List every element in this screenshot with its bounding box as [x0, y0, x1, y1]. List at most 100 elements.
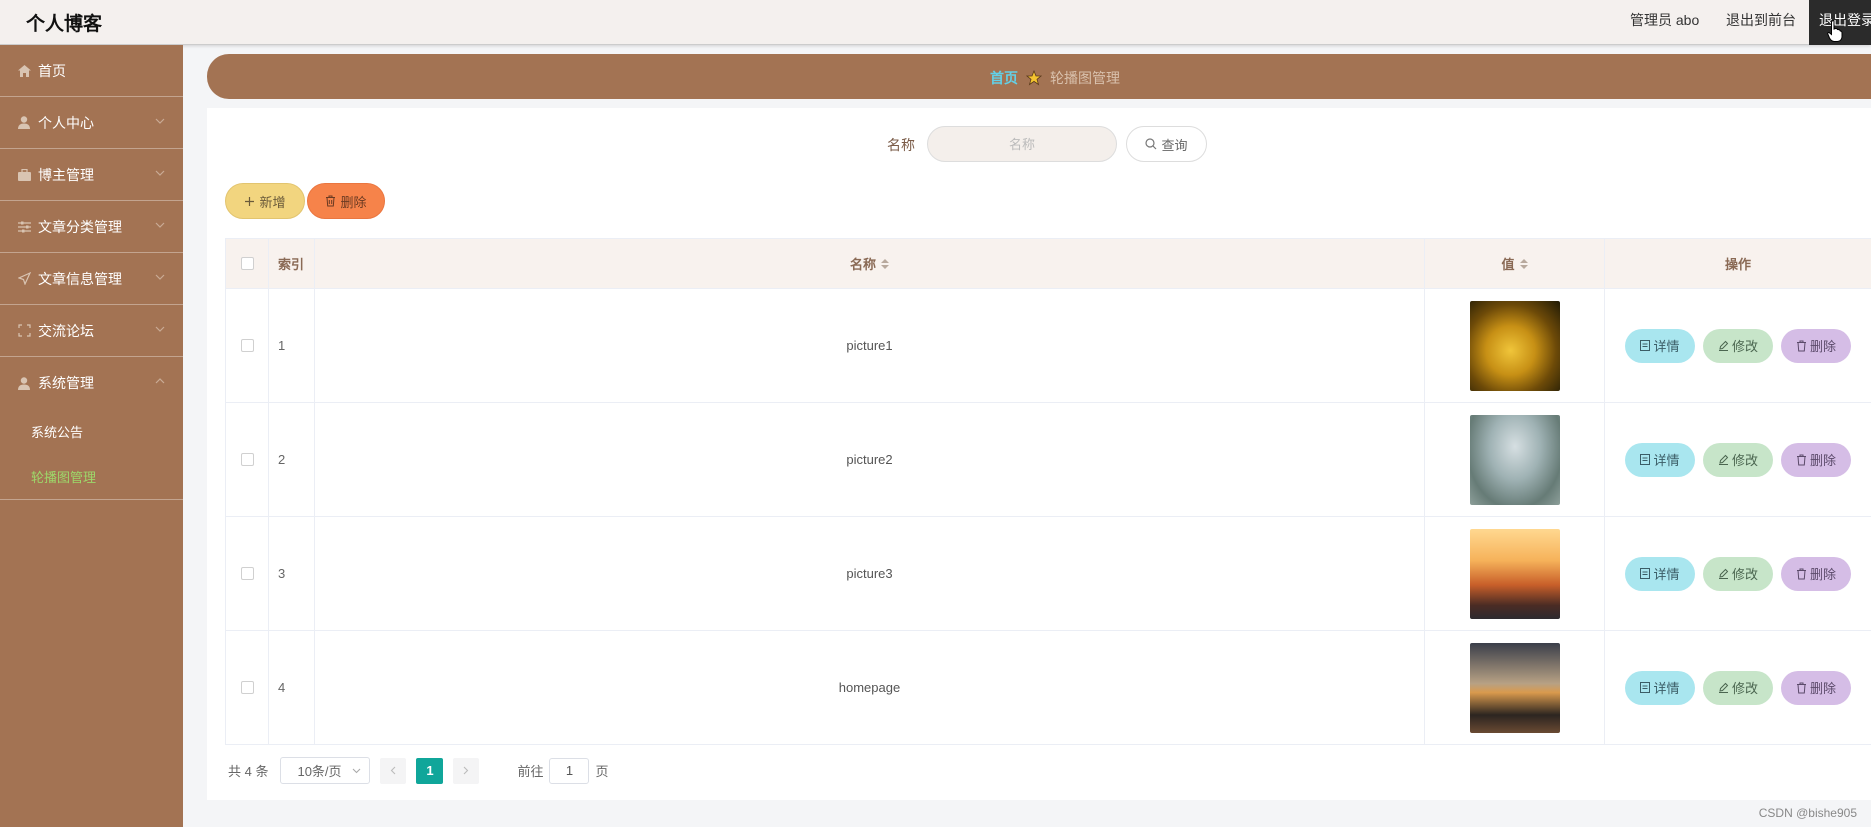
- detail-button-label: 详情: [1653, 453, 1680, 468]
- sidebar-subitem-announcement[interactable]: 系统公告: [0, 409, 183, 454]
- detail-button[interactable]: 详情: [1625, 328, 1695, 363]
- row-value-cell: [1425, 289, 1605, 402]
- sort-icon[interactable]: [1519, 258, 1528, 269]
- add-button[interactable]: 新增: [225, 183, 305, 219]
- breadcrumb-bar: 首页 轮播图管理: [207, 54, 1871, 99]
- row-index: 2: [269, 403, 315, 516]
- detail-button[interactable]: 详情: [1625, 556, 1695, 591]
- delete-button-label: 删除: [1809, 339, 1836, 354]
- chevron-down-icon: [155, 170, 165, 176]
- table-row: 4 homepage 详情 修改 删除: [225, 631, 1871, 745]
- user-icon: [17, 116, 31, 130]
- row-checkbox[interactable]: [240, 681, 254, 694]
- table-row: 2 picture2 详情 修改 删除: [225, 403, 1871, 517]
- chevron-left-icon: [391, 766, 396, 775]
- chevron-down-icon: [155, 326, 165, 332]
- header-value-label: 值: [1501, 257, 1515, 272]
- delete-button[interactable]: 删除: [1781, 328, 1851, 363]
- row-select-cell: [225, 403, 269, 516]
- goto-prefix: 前往: [517, 764, 544, 779]
- row-checkbox[interactable]: [240, 567, 254, 580]
- next-page-button[interactable]: [453, 757, 480, 784]
- row-ops: 详情 修改 删除: [1605, 289, 1871, 402]
- sidebar-item-label: 文章信息管理: [38, 270, 122, 287]
- row-select-cell: [225, 289, 269, 402]
- detail-button-label: 详情: [1653, 567, 1680, 582]
- breadcrumb-home-link[interactable]: 首页: [990, 68, 1018, 88]
- name-search-input[interactable]: [927, 126, 1117, 162]
- detail-button[interactable]: 详情: [1625, 670, 1695, 705]
- table-row: 1 picture1 详情 修改 删除: [225, 289, 1871, 403]
- exit-to-front-link[interactable]: 退出到前台: [1726, 10, 1796, 30]
- row-ops: 详情 修改 删除: [1605, 403, 1871, 516]
- sidebar-item-forum[interactable]: 交流论坛: [0, 305, 183, 357]
- breadcrumb-current: 轮播图管理: [1050, 70, 1120, 86]
- plus-icon: [245, 196, 255, 206]
- total-count: 共 4 条: [228, 764, 269, 779]
- delete-button[interactable]: 删除: [1781, 670, 1851, 705]
- sidebar-item-blogger-management[interactable]: 博主管理: [0, 149, 183, 201]
- header-name[interactable]: 名称: [315, 239, 1425, 288]
- admin-user-label: 管理员 abo: [1630, 12, 1700, 28]
- pencil-icon: [1718, 682, 1729, 693]
- page-number-button[interactable]: 1: [416, 757, 444, 784]
- edit-button-label: 修改: [1731, 453, 1758, 468]
- sidebar-item-label: 系统管理: [38, 375, 94, 391]
- sidebar-item-profile[interactable]: 个人中心: [0, 97, 183, 149]
- sliders-icon: [17, 220, 31, 234]
- trash-icon: [1796, 340, 1806, 351]
- delete-button-label: 删除: [1809, 453, 1836, 468]
- row-checkbox[interactable]: [240, 453, 254, 466]
- detail-button[interactable]: 详情: [1625, 442, 1695, 477]
- sidebar-item-label: 博主管理: [38, 166, 94, 183]
- table-header: 索引 名称 值 操作: [225, 239, 1871, 289]
- delete-button[interactable]: 删除: [1781, 442, 1851, 477]
- row-index: 1: [269, 289, 315, 402]
- sort-icon[interactable]: [881, 258, 889, 269]
- header-value[interactable]: 值: [1425, 239, 1605, 288]
- top-bar: 个人博客 管理员 abo 退出到前台 退出登录: [0, 0, 1871, 45]
- query-button-label: 查询: [1161, 137, 1188, 153]
- row-checkbox[interactable]: [240, 339, 254, 352]
- edit-button[interactable]: 修改: [1703, 556, 1773, 591]
- prev-page-button[interactable]: [380, 757, 407, 784]
- chevron-down-icon: [353, 768, 361, 774]
- sidebar-item-label: 个人中心: [38, 114, 94, 131]
- sidebar-subitem-carousel[interactable]: 轮播图管理: [0, 454, 183, 499]
- row-value-cell: [1425, 403, 1605, 516]
- row-name: homepage: [315, 631, 1425, 744]
- add-button-label: 新增: [259, 194, 286, 210]
- query-button[interactable]: 查询: [1126, 126, 1207, 162]
- chevron-down-icon: [155, 274, 165, 280]
- edit-button[interactable]: 修改: [1703, 442, 1773, 477]
- sidebar-item-article-info[interactable]: 文章信息管理: [0, 253, 183, 305]
- sidebar-item-system-management[interactable]: 系统管理: [0, 357, 183, 409]
- delete-button[interactable]: 删除: [1781, 556, 1851, 591]
- carousel-table: 索引 名称 值 操作 1 picture1 详情 修改 删除 2 picture…: [225, 238, 1871, 745]
- header-select-cell: [225, 239, 269, 288]
- sidebar-item-article-category[interactable]: 文章分类管理: [0, 201, 183, 253]
- select-all-checkbox[interactable]: [240, 257, 254, 270]
- edit-button[interactable]: 修改: [1703, 670, 1773, 705]
- edit-button[interactable]: 修改: [1703, 328, 1773, 363]
- detail-button-label: 详情: [1653, 339, 1680, 354]
- trash-icon: [1796, 682, 1806, 693]
- row-value-cell: [1425, 631, 1605, 744]
- search-icon: [1145, 138, 1157, 150]
- chevron-up-icon: [155, 378, 165, 384]
- batch-delete-button-label: 删除: [340, 194, 367, 210]
- send-icon: [17, 272, 31, 286]
- row-index: 3: [269, 517, 315, 630]
- page-size-select[interactable]: 10条/页: [280, 757, 371, 784]
- sidebar-item-home[interactable]: 首页: [0, 45, 183, 97]
- header-name-label: 名称: [849, 257, 876, 272]
- row-select-cell: [225, 517, 269, 630]
- trash-icon: [326, 195, 336, 207]
- batch-delete-button[interactable]: 删除: [307, 183, 385, 219]
- fullscreen-icon: [17, 324, 31, 338]
- pagination: 共 4 条 10条/页 1 前往 页: [228, 757, 609, 784]
- carousel-thumbnail: [1469, 642, 1560, 733]
- delete-button-label: 删除: [1809, 681, 1836, 696]
- goto-page-input[interactable]: [549, 757, 590, 784]
- row-ops: 详情 修改 删除: [1605, 631, 1871, 744]
